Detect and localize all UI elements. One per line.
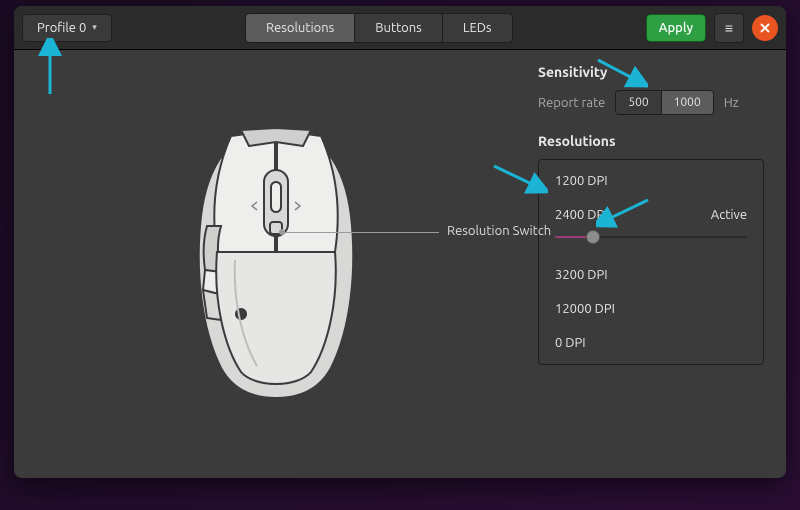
apply-button[interactable]: Apply [646,14,706,42]
report-rate-row: Report rate 500 1000 Hz [538,90,764,115]
mouse-diagram-wrap: Resolution Switch [181,122,371,406]
mouse-diagram-pane: Resolution Switch [14,50,538,478]
profile-selector-button[interactable]: Profile 0 ▾ [22,14,112,42]
report-rate-500[interactable]: 500 [616,91,661,114]
tab-buttons[interactable]: Buttons [355,14,443,42]
hamburger-menu-button[interactable]: ≡ [714,13,744,43]
resolution-item[interactable]: 3200 DPI [539,258,763,292]
tab-switcher: Resolutions Buttons LEDs [245,13,513,43]
report-rate-label: Report rate [538,96,605,110]
resolution-item[interactable]: 12000 DPI [539,292,763,326]
slider-thumb[interactable] [586,230,600,244]
resolution-item[interactable]: 0 DPI [539,326,763,360]
resolution-label: 0 DPI [555,336,586,350]
dpi-slider[interactable] [555,230,747,244]
callout-line [283,232,439,233]
resolution-label: 1200 DPI [555,174,608,188]
active-tag: Active [711,208,747,222]
sensitivity-heading: Sensitivity [538,64,764,80]
tab-resolutions[interactable]: Resolutions [246,14,355,42]
settings-side-pane: Sensitivity Report rate 500 1000 Hz Reso… [538,50,786,478]
resolution-label: 3200 DPI [555,268,608,282]
titlebar-right: Apply ≡ [646,13,778,43]
chevron-down-icon: ▾ [92,22,97,33]
resolution-label: 2400 DPI [555,208,608,222]
hamburger-icon: ≡ [725,20,733,36]
content-area: Resolution Switch Sensitivity Report rat… [14,50,786,478]
tab-leds[interactable]: LEDs [443,14,512,42]
report-rate-unit: Hz [724,96,739,110]
callout-resolution-switch: Resolution Switch [447,224,551,238]
resolution-label: 12000 DPI [555,302,615,316]
mouse-diagram [181,122,371,402]
resolutions-heading: Resolutions [538,133,764,149]
close-button[interactable] [752,15,778,41]
report-rate-1000[interactable]: 1000 [662,91,713,114]
app-window: Profile 0 ▾ Resolutions Buttons LEDs App… [14,6,786,478]
resolutions-list: 1200 DPI 2400 DPI Active 3200 DPI [538,159,764,365]
resolution-item-active[interactable]: 2400 DPI Active [539,198,763,258]
close-icon [759,22,771,34]
report-rate-segmented: 500 1000 [615,90,713,115]
resolution-item[interactable]: 1200 DPI [539,164,763,198]
profile-label: Profile 0 [37,21,86,35]
titlebar: Profile 0 ▾ Resolutions Buttons LEDs App… [14,6,786,50]
